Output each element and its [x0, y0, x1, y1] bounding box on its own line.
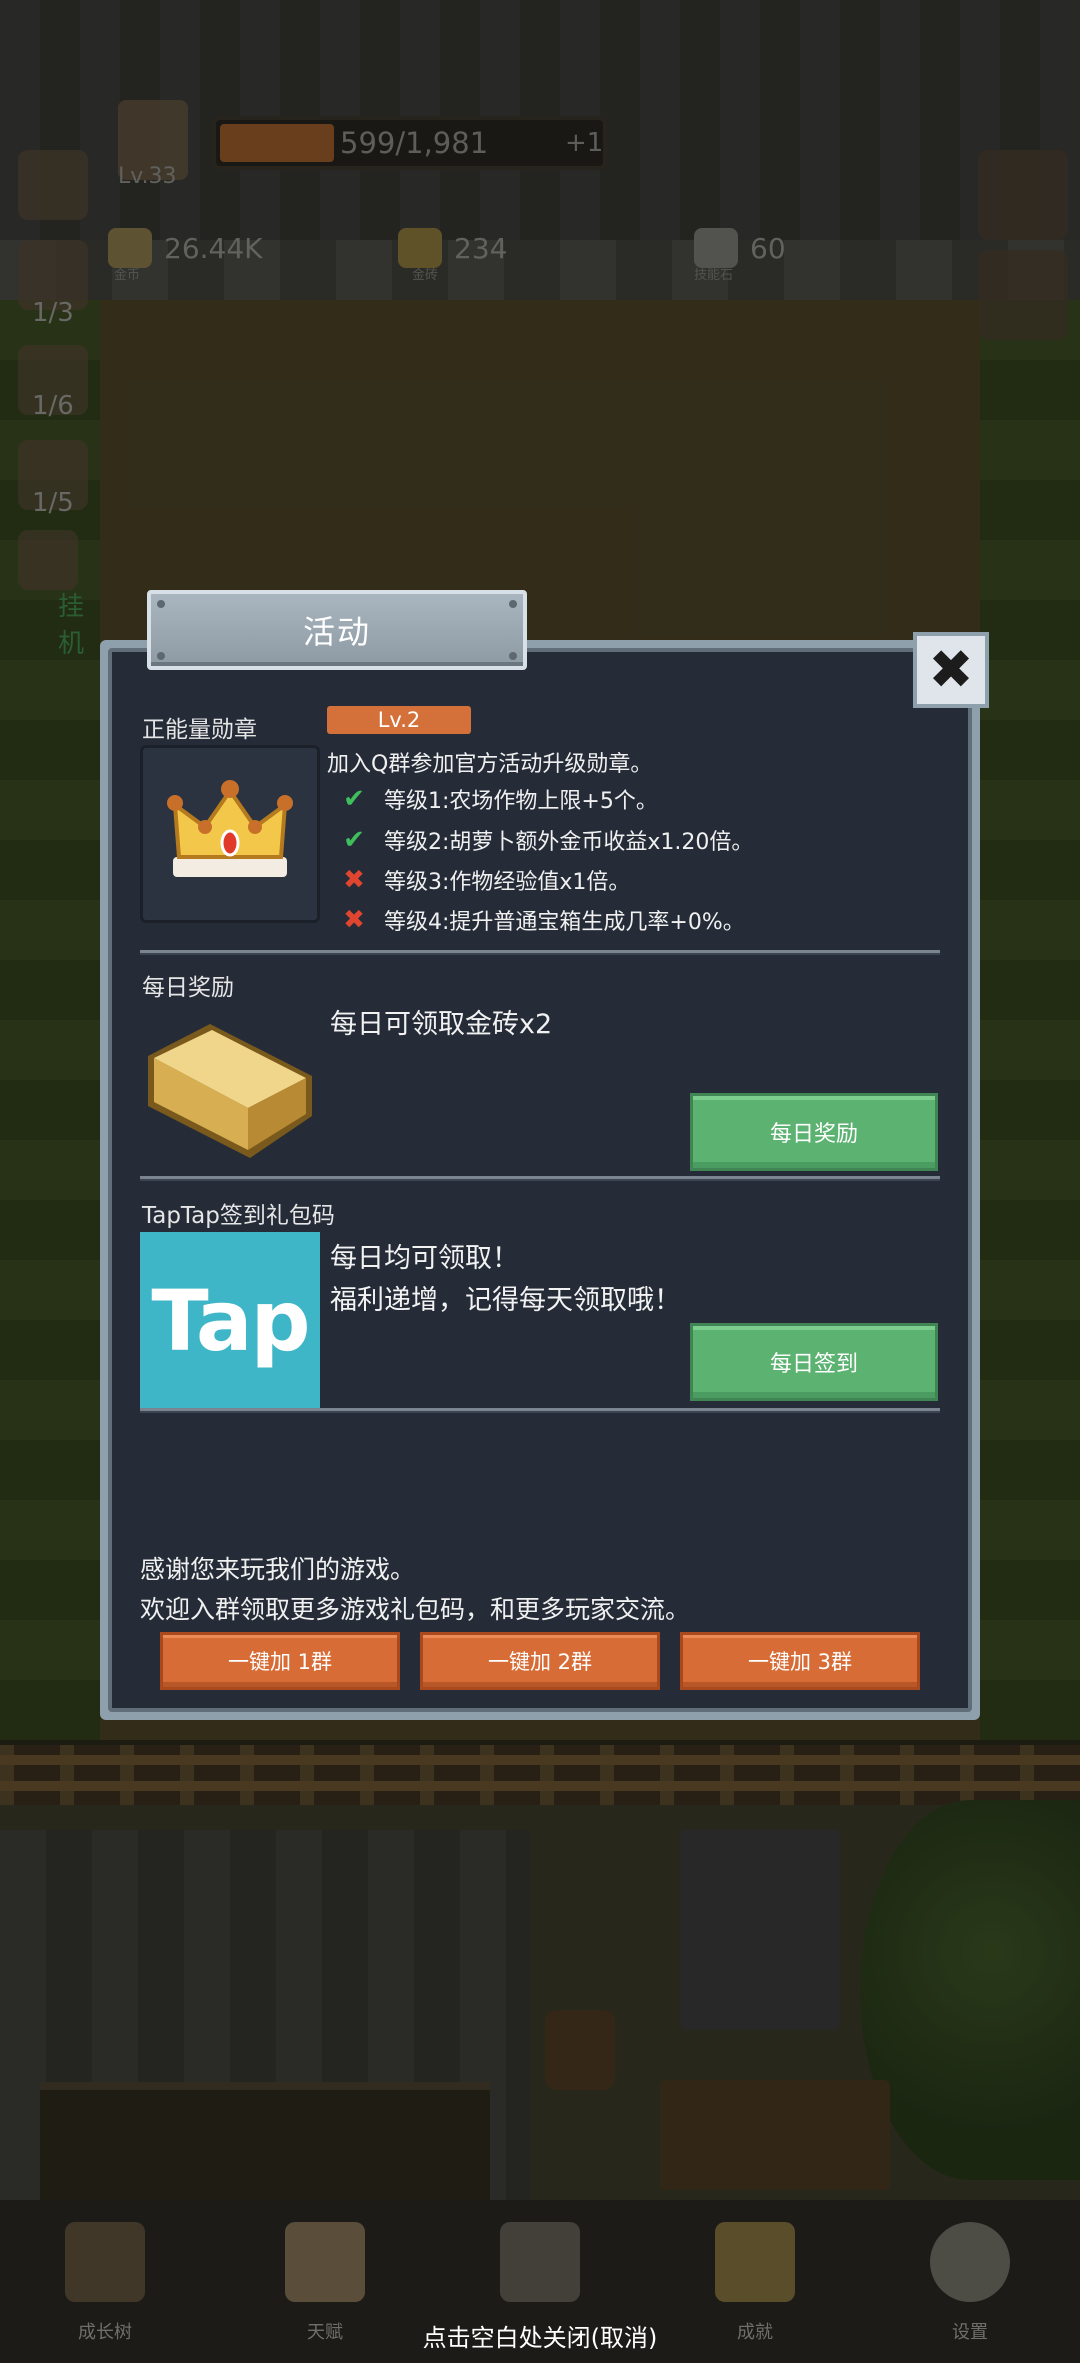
- section-divider: [140, 1176, 940, 1181]
- badge-section-label: 正能量勋章: [142, 717, 257, 743]
- daily-reward-text: 每日可领取金砖x2: [330, 1009, 553, 1040]
- daily-reward-button[interactable]: 每日奖励: [690, 1093, 938, 1171]
- cross-icon: ✖: [343, 905, 365, 935]
- cross-icon: ✖: [343, 865, 365, 895]
- taptap-logo-text: Tap: [151, 1271, 310, 1370]
- close-hint: 点击空白处关闭(取消): [422, 2324, 658, 2352]
- perk-text: 等级2:胡萝卜额外金币收益x1.20倍。: [384, 830, 754, 855]
- taptap-line-1: 每日均可领取！: [330, 1243, 519, 1274]
- check-icon: ✔: [343, 825, 365, 855]
- daily-section-label: 每日奖励: [142, 975, 234, 1001]
- perk-text: 等级3:作物经验值x1倍。: [384, 870, 631, 895]
- taptap-line-2: 福利递增，记得每天领取哦！: [330, 1285, 681, 1316]
- perk-row: ✔ 等级2:胡萝卜额外金币收益x1.20倍。: [340, 824, 753, 856]
- map-icon: [500, 2222, 580, 2302]
- section-divider: [140, 1408, 940, 1413]
- dialog-title-plate: 活动: [147, 590, 527, 670]
- rivet: [509, 652, 517, 660]
- taptap-logo: Tap: [140, 1232, 320, 1409]
- perk-text: 等级1:农场作物上限+5个。: [384, 789, 658, 814]
- rivet: [157, 652, 165, 660]
- badge-description: 加入Q群参加官方活动升级勋章。: [327, 752, 653, 777]
- close-button[interactable]: ✖: [913, 632, 989, 708]
- perk-text: 等级4:提升普通宝箱生成几率+0%。: [384, 910, 745, 935]
- gear-icon: [930, 2222, 1010, 2302]
- join-group-text: 欢迎入群领取更多游戏礼包码，和更多玩家交流。: [140, 1595, 691, 1624]
- join-group-1-button[interactable]: 一键加 1群: [160, 1632, 400, 1690]
- section-divider: [140, 950, 940, 955]
- badge-level: Lv.2: [327, 706, 471, 734]
- rivet: [157, 600, 165, 608]
- rivet: [509, 600, 517, 608]
- join-group-3-button[interactable]: 一键加 3群: [680, 1632, 920, 1690]
- crown-medal-icon: [167, 780, 293, 877]
- key-icon: [715, 2222, 795, 2302]
- perk-row: ✖ 等级3:作物经验值x1倍。: [340, 864, 630, 896]
- gold-brick-icon: [148, 1024, 312, 1158]
- perk-row: ✔ 等级1:农场作物上限+5个。: [340, 783, 658, 815]
- scroll-icon: [285, 2222, 365, 2302]
- close-icon: ✖: [928, 638, 974, 701]
- join-group-2-button[interactable]: 一键加 2群: [420, 1632, 660, 1690]
- taptap-section-label: TapTap签到礼包码: [142, 1203, 335, 1229]
- dialog-title: 活动: [302, 613, 371, 651]
- perk-row: ✖ 等级4:提升普通宝箱生成几率+0%。: [340, 904, 745, 936]
- daily-checkin-button[interactable]: 每日签到: [690, 1323, 938, 1401]
- book-icon: [65, 2222, 145, 2302]
- check-icon: ✔: [343, 784, 365, 814]
- thanks-text: 感谢您来玩我们的游戏。: [140, 1555, 416, 1584]
